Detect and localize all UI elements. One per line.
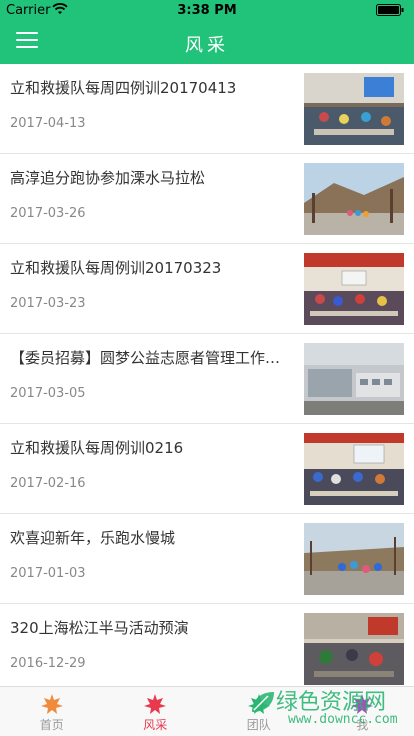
article-thumbnail bbox=[304, 163, 404, 235]
article-date: 2017-04-13 bbox=[10, 116, 86, 131]
article-title: 【委员招募】圆梦公益志愿者管理工作… bbox=[10, 349, 281, 367]
list-item[interactable]: 320上海松江半马活动预演 2016-12-29 bbox=[0, 604, 414, 686]
article-thumbnail bbox=[304, 343, 404, 415]
tab-label: 首页 bbox=[39, 718, 64, 732]
tab-label: 我 bbox=[356, 718, 369, 732]
article-thumbnail bbox=[304, 433, 404, 505]
tab-home[interactable]: 首页 bbox=[0, 687, 104, 736]
article-title: 欢喜迎新年，乐跑水慢城 bbox=[10, 529, 176, 547]
list-item[interactable]: 【委员招募】圆梦公益志愿者管理工作… 2017-03-05 bbox=[0, 334, 414, 424]
article-title: 立和救援队每周四例训20170413 bbox=[10, 79, 237, 97]
tab-bar: 首页 风采 团队 我 bbox=[0, 686, 414, 736]
list-item[interactable]: 立和救援队每周例训0216 2017-02-16 bbox=[0, 424, 414, 514]
clock: 3:38 PM bbox=[177, 3, 237, 18]
status-bar: Carrier 3:38 PM bbox=[0, 0, 414, 20]
list-item[interactable]: 欢喜迎新年，乐跑水慢城 2017-01-03 bbox=[0, 514, 414, 604]
tab-team[interactable]: 团队 bbox=[207, 687, 311, 736]
article-title: 高淳追分跑协参加溧水马拉松 bbox=[10, 169, 206, 187]
article-date: 2017-02-16 bbox=[10, 476, 86, 491]
article-date: 2017-03-26 bbox=[10, 206, 86, 221]
page-title: 风采 bbox=[185, 35, 229, 56]
article-title: 立和救援队每周例训20170323 bbox=[10, 259, 222, 277]
maple-leaf-icon bbox=[351, 694, 374, 714]
tab-showcase[interactable]: 风采 bbox=[104, 687, 208, 736]
article-thumbnail bbox=[304, 523, 404, 595]
article-date: 2016-12-29 bbox=[10, 656, 86, 671]
tab-label: 风采 bbox=[143, 718, 168, 732]
list-item[interactable]: 立和救援队每周例训20170323 2017-03-23 bbox=[0, 244, 414, 334]
list-item[interactable]: 高淳追分跑协参加溧水马拉松 2017-03-26 bbox=[0, 154, 414, 244]
article-thumbnail bbox=[304, 73, 404, 145]
maple-leaf-icon bbox=[144, 694, 167, 714]
tab-me[interactable]: 我 bbox=[311, 687, 414, 736]
article-title: 320上海松江半马活动预演 bbox=[10, 619, 189, 637]
article-list: 立和救援队每周四例训20170413 2017-04-13 高淳追分跑协参加溧水… bbox=[0, 64, 414, 686]
article-thumbnail bbox=[304, 613, 404, 685]
list-item[interactable]: 立和救援队每周四例训20170413 2017-04-13 bbox=[0, 64, 414, 154]
article-date: 2017-01-03 bbox=[10, 566, 86, 581]
battery-icon bbox=[376, 4, 404, 16]
article-date: 2017-03-05 bbox=[10, 386, 86, 401]
tab-label: 团队 bbox=[246, 718, 271, 732]
maple-leaf-icon bbox=[40, 694, 63, 714]
maple-leaf-icon bbox=[247, 694, 270, 714]
article-thumbnail bbox=[304, 253, 404, 325]
article-title: 立和救援队每周例训0216 bbox=[10, 439, 184, 457]
article-date: 2017-03-23 bbox=[10, 296, 86, 311]
nav-bar: 风采 bbox=[0, 20, 414, 64]
